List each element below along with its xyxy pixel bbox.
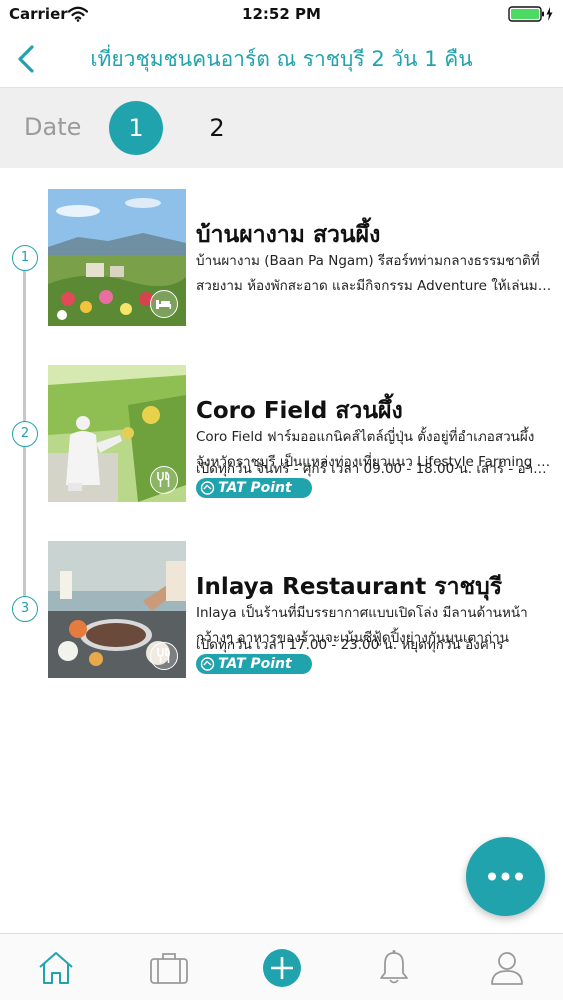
place-card[interactable]: Coro Field สวนผึ้ง Coro Field ฟาร์มออแกน… [48,365,558,502]
dining-icon [150,466,178,494]
tat-point-label: TAT Point [218,656,292,672]
tat-logo-icon [200,481,215,495]
nav-bar: เที่ยวชุมชนคนอาร์ต ณ ราชบุรี 2 วัน 1 คืน [0,30,563,88]
date-label: Date [24,113,82,141]
day-tab-2[interactable]: 2 [190,101,244,155]
home-icon[interactable] [36,948,76,988]
add-icon[interactable] [262,948,302,988]
more-options-button[interactable] [466,837,545,916]
place-card[interactable]: บ้านผางาม สวนผึ้ง บ้านผางาม (Baan Pa Nga… [48,189,558,326]
description-line: Inlaya เป็นร้านที่มีบรรยากาศแบบเปิดโล่ง … [196,605,528,621]
briefcase-icon[interactable] [149,948,189,988]
profile-icon[interactable] [487,948,527,988]
day-tab-1[interactable]: 1 [109,101,163,155]
description-line: บ้านผางาม (Baan Pa Ngam) รีสอร์ทท่ามกลาง… [196,253,540,269]
more-dots-icon [488,872,523,881]
step-marker-1: 1 [12,245,38,271]
place-title: Coro Field สวนผึ้ง [196,398,403,424]
place-description: บ้านผางาม (Baan Pa Ngam) รีสอร์ทท่ามกลาง… [196,249,554,299]
status-bar: Carrier 12:52 PM [0,0,563,30]
opening-hours: เปิดทุกวัน เวลา 17.00 - 23.00 น. หยุดทุก… [196,637,504,653]
place-photo [48,365,186,502]
tat-point-badge: TAT Point [196,478,312,498]
battery-icon [508,6,553,22]
step-marker-2: 2 [12,421,38,447]
description-line: สวยงาม ห้องพักสะอาด และมีกิจกรรม Adventu… [196,278,554,294]
back-button[interactable] [12,40,46,78]
place-title: Inlaya Restaurant ราชบุรี [196,574,503,600]
place-card[interactable]: Inlaya Restaurant ราชบุรี Inlaya เป็นร้า… [48,541,558,678]
bell-icon[interactable] [374,948,414,988]
dining-icon [150,642,178,670]
bottom-tab-bar [0,933,563,1000]
tat-logo-icon [200,657,215,671]
place-title: บ้านผางาม สวนผึ้ง [196,222,381,248]
place-photo [48,189,186,326]
clock: 12:52 PM [242,5,321,23]
place-photo [48,541,186,678]
opening-hours: เปิดทุกวัน จันทร์ - ศุกร์ เวลา 09.00 - 1… [196,461,554,477]
page-title: เที่ยวชุมชนคนอาร์ต ณ ราชบุรี 2 วัน 1 คืน [90,47,473,71]
date-selector: Date 1 2 [0,88,563,168]
tat-point-label: TAT Point [218,480,292,496]
description-line: Coro Field ฟาร์มออแกนิคส์ไตล์ญี่ปุ่น ตั้… [196,429,535,445]
bed-icon [150,290,178,318]
step-marker-3: 3 [12,596,38,622]
tat-point-badge: TAT Point [196,654,312,674]
